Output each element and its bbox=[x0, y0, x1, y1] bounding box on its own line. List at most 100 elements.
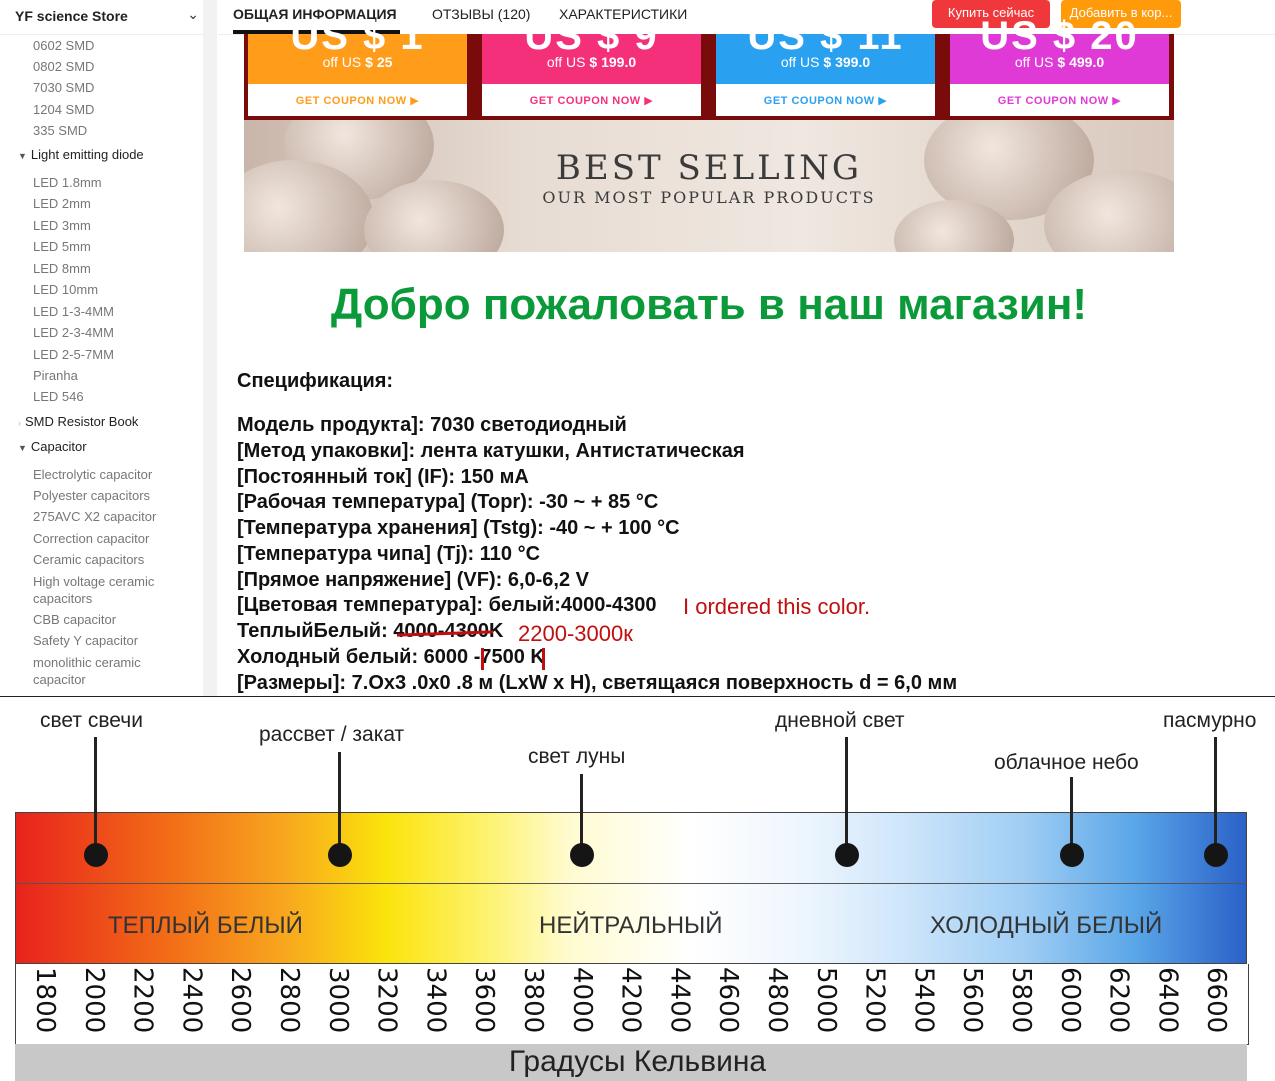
marker-dot bbox=[1060, 843, 1084, 867]
play-circle-icon: ▶ bbox=[878, 95, 888, 107]
sidebar-item[interactable]: CBB capacitor bbox=[33, 611, 116, 628]
coupon-off-value: $ 25 bbox=[365, 54, 393, 70]
sidebar-item[interactable]: monolithic ceramic capacitor bbox=[33, 654, 183, 688]
sidebar-item[interactable]: LED 2-3-4MM bbox=[33, 324, 114, 341]
label-candle-light: свет свечи bbox=[40, 709, 143, 732]
sidebar-item[interactable]: LED 8mm bbox=[33, 260, 91, 277]
marker-dot bbox=[835, 843, 859, 867]
sidebar-item[interactable]: 0602 SMD bbox=[33, 37, 94, 54]
kelvin-tick-5400: 5400 bbox=[908, 967, 939, 1034]
spec-line: [Рабочая температура] (Topr): -30 ~ + 85… bbox=[237, 491, 659, 513]
coupon-header: US $ 11 off US $ 399.0 bbox=[716, 14, 935, 84]
kelvin-tick-3400: 3400 bbox=[420, 967, 451, 1034]
sidebar-item[interactable]: LED 2-5-7MM bbox=[33, 346, 114, 363]
sidebar-item[interactable]: LED 546 bbox=[33, 388, 84, 405]
marker-dot bbox=[1204, 843, 1228, 867]
coupon-footer: GET COUPON NOW ▶ bbox=[482, 84, 701, 116]
sidebar-item[interactable]: Ceramic capacitors bbox=[33, 551, 144, 568]
pointer-line bbox=[845, 737, 848, 855]
chevron-down-icon[interactable]: ⌄ bbox=[187, 6, 199, 23]
spec-line: [Размеры]: 7.Ox3 .0x0 .8 м (LxW x H), св… bbox=[237, 672, 958, 694]
best-selling-banner[interactable]: BEST SELLING OUR MOST POPULAR PRODUCTS bbox=[244, 120, 1174, 252]
get-coupon-label: GET COUPON NOW bbox=[997, 95, 1109, 107]
store-header[interactable]: YF science Store ⌄ bbox=[0, 0, 203, 35]
coupon-footer: GET COUPON NOW ▶ bbox=[716, 84, 935, 116]
kelvin-tick-2200: 2200 bbox=[127, 967, 158, 1034]
pointer-line bbox=[338, 752, 341, 855]
handwritten-note-warm-range: 2200-3000к bbox=[518, 621, 633, 646]
coupon-off-value: $ 499.0 bbox=[1057, 54, 1105, 70]
coupon-amount: US $ 1 bbox=[290, 14, 425, 58]
spec-heading: Спецификация: bbox=[237, 370, 394, 392]
sidebar-item[interactable]: LED 5mm bbox=[33, 238, 91, 255]
handwritten-mark bbox=[542, 648, 545, 670]
band-warm-white: ТЕПЛЫЙ БЕЛЫЙ bbox=[108, 912, 303, 939]
play-circle-icon: ▶ bbox=[644, 95, 654, 107]
kelvin-tick-1800: 1800 bbox=[30, 967, 60, 1034]
sidebar-item[interactable]: 275AVC X2 capacitor bbox=[33, 508, 156, 525]
coupon-off-prefix: off US bbox=[546, 54, 586, 70]
get-coupon-link[interactable]: GET COUPON NOW ▶ bbox=[716, 94, 935, 107]
spec-line: [Метод упаковки]: лента катушки, Антиста… bbox=[237, 440, 745, 462]
coupon-card[interactable]: US $ 11 off US $ 399.0 GET COUPON NOW ▶ bbox=[716, 14, 935, 116]
label-overcast: пасмурно bbox=[1163, 709, 1257, 732]
kelvin-tick-4200: 4200 bbox=[615, 967, 646, 1034]
get-coupon-label: GET COUPON NOW bbox=[529, 95, 641, 107]
sidebar-group-led[interactable]: ▼ Light emitting diode bbox=[18, 147, 144, 162]
store-name[interactable]: YF science Store bbox=[15, 8, 128, 24]
get-coupon-link[interactable]: GET COUPON NOW ▶ bbox=[248, 94, 467, 107]
banner-subtitle: OUR MOST POPULAR PRODUCTS bbox=[542, 188, 876, 207]
coupon-amount: US $ 11 bbox=[747, 14, 904, 58]
play-circle-icon: ▶ bbox=[1112, 95, 1122, 107]
sidebar-item[interactable]: 1204 SMD bbox=[33, 101, 94, 118]
sidebar-item[interactable]: Correction capacitor bbox=[33, 530, 149, 547]
kelvin-tick-6000: 6000 bbox=[1054, 967, 1085, 1034]
sidebar-item[interactable]: LED 2mm bbox=[33, 195, 91, 212]
sidebar-item[interactable]: Polyester capacitors bbox=[33, 487, 150, 504]
sidebar-item[interactable]: LED 1.8mm bbox=[33, 174, 102, 191]
kelvin-tick-5800: 5800 bbox=[1006, 967, 1036, 1034]
sidebar-group-label: Light emitting diode bbox=[30, 147, 144, 162]
label-cloudy-sky: облачное небо bbox=[994, 751, 1139, 774]
coupon-condition: off US $ 199.0 bbox=[482, 54, 701, 70]
sidebar-group-resistor[interactable]: › SMD Resistor Book bbox=[18, 414, 138, 429]
sidebar-item[interactable]: 7030 SMD bbox=[33, 79, 94, 96]
handwritten-mark bbox=[481, 648, 484, 670]
get-coupon-link[interactable]: GET COUPON NOW ▶ bbox=[482, 94, 701, 107]
sidebar-item[interactable]: 0802 SMD bbox=[33, 58, 94, 75]
kelvin-tick-6400: 6400 bbox=[1152, 967, 1183, 1034]
sidebar-item[interactable]: Safety Y capacitor bbox=[33, 632, 138, 649]
play-circle-icon: ▶ bbox=[410, 95, 420, 107]
sidebar-group-capacitor[interactable]: ▼ Capacitor bbox=[18, 439, 87, 454]
kelvin-tick-2600: 2600 bbox=[225, 967, 256, 1034]
label-moonlight: свет луны bbox=[528, 745, 626, 768]
spec-line: [Цветовая температура]: белый:4000-4300 bbox=[237, 594, 657, 616]
coupon-condition: off US $ 25 bbox=[248, 54, 467, 70]
gradient-divider bbox=[15, 883, 1247, 884]
kelvin-tick-3800: 3800 bbox=[518, 967, 548, 1034]
coupon-amount: US $ 9 bbox=[524, 14, 659, 58]
coupon-condition: off US $ 399.0 bbox=[716, 54, 935, 70]
coupon-card[interactable]: US $ 20 off US $ 499.0 GET COUPON NOW ▶ bbox=[950, 14, 1169, 116]
sidebar-item[interactable]: LED 3mm bbox=[33, 217, 91, 234]
sidebar-scrollbar[interactable] bbox=[203, 0, 217, 696]
sidebar-item[interactable]: Piranha bbox=[33, 367, 78, 384]
caret-right-icon: › bbox=[18, 418, 21, 428]
pointer-line bbox=[94, 737, 97, 855]
coupon-card[interactable]: US $ 1 off US $ 25 GET COUPON NOW ▶ bbox=[248, 14, 467, 116]
axis-label: Градусы Кельвина bbox=[508, 1045, 767, 1078]
sidebar-item[interactable]: High voltage ceramic capacitors bbox=[33, 573, 183, 607]
sidebar-item[interactable]: LED 10mm bbox=[33, 281, 98, 298]
sidebar-item[interactable]: LED 1-3-4MM bbox=[33, 303, 114, 320]
coupon-header: US $ 1 off US $ 25 bbox=[248, 14, 467, 84]
marker-dot bbox=[84, 843, 108, 867]
get-coupon-link[interactable]: GET COUPON NOW ▶ bbox=[950, 94, 1169, 107]
kelvin-tick-4600: 4600 bbox=[713, 967, 744, 1034]
sidebar-item[interactable]: 335 SMD bbox=[33, 122, 87, 139]
color-gradient-bar bbox=[15, 812, 1247, 964]
marker-dot bbox=[328, 843, 352, 867]
sidebar-item[interactable]: Electrolytic capacitor bbox=[33, 466, 152, 483]
kelvin-tick-5600: 5600 bbox=[957, 967, 988, 1034]
coupon-card[interactable]: US $ 9 off US $ 199.0 GET COUPON NOW ▶ bbox=[482, 14, 701, 116]
marker-dot bbox=[570, 843, 594, 867]
